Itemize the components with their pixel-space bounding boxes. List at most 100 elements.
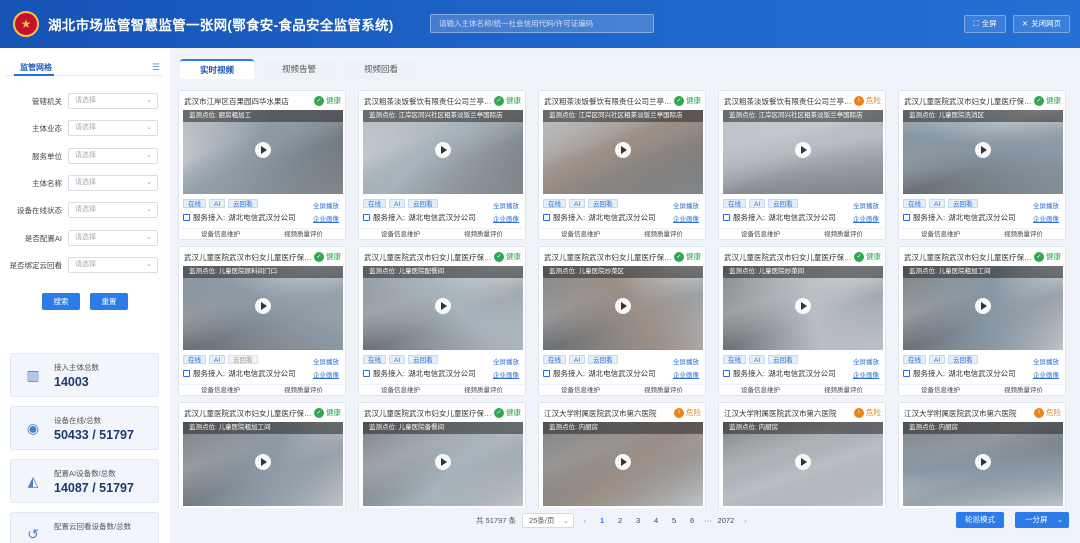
video-feed[interactable]: 监测点位: 内厨房 [903, 422, 1063, 506]
video-feed[interactable]: 监测点位: 儿童医院炒菜间 [723, 266, 883, 350]
enterprise-profile-link[interactable]: 企业画像 [313, 213, 339, 223]
play-icon[interactable] [255, 454, 271, 470]
fullscreen-play-link[interactable]: 全屏播放 [1033, 356, 1059, 366]
play-icon[interactable] [615, 454, 631, 470]
enterprise-profile-link[interactable]: 企业画像 [493, 213, 519, 223]
video-evaluation-link[interactable]: 视频质量评价 [442, 385, 525, 396]
fullscreen-play-link[interactable]: 全屏播放 [673, 356, 699, 366]
fullscreen-play-link[interactable]: 全屏播放 [673, 200, 699, 210]
video-evaluation-link[interactable]: 视频质量评价 [802, 385, 885, 396]
video-evaluation-link[interactable]: 视频质量评价 [262, 229, 345, 240]
video-feed[interactable]: 监测点位: 江岸区同兴社区粗茶淡饭兰亭国际店 [723, 110, 883, 194]
page-size-select[interactable]: 25条/页 ⌄ [522, 513, 575, 528]
video-card[interactable]: 武汉儿童医院武汉市妇女儿童医疗保健... ✓ 健康 监测点位: 儿童医院炒菜区 在线 AI… [538, 246, 706, 396]
video-evaluation-link[interactable]: 视频质量评价 [442, 229, 525, 240]
video-feed[interactable]: 监测点位: 江岸区同兴社区粗茶淡饭兰亭国际店 [543, 110, 703, 194]
enterprise-profile-link[interactable]: 企业画像 [313, 369, 339, 379]
play-icon[interactable] [615, 142, 631, 158]
fullscreen-play-link[interactable]: 全屏播放 [1033, 200, 1059, 210]
video-evaluation-link[interactable]: 视频质量评价 [982, 385, 1065, 396]
play-icon[interactable] [255, 142, 271, 158]
video-card[interactable]: 武汉粗茶淡饭餐饮有限责任公司兰亭分...! 危险 监测点位: 江岸区同兴社区粗茶淡饭… [718, 90, 886, 240]
video-card[interactable]: 武汉儿童医院武汉市妇女儿童医疗保健... ✓ 健康 监测点位: 儿童医院原料间门口 在线… [178, 246, 346, 396]
video-feed[interactable]: 监测点位: 内厨房 [543, 422, 703, 506]
enterprise-profile-link[interactable]: 企业画像 [853, 369, 879, 379]
device-maintain-link[interactable]: 设备信息维护 [179, 385, 262, 396]
device-maintain-link[interactable]: 设备信息维护 [359, 229, 442, 240]
fullscreen-play-link[interactable]: 全屏播放 [853, 200, 879, 210]
enterprise-profile-link[interactable]: 企业画像 [493, 369, 519, 379]
enterprise-profile-link[interactable]: 企业画像 [1033, 213, 1059, 223]
prev-page-icon[interactable]: ‹ [580, 516, 590, 525]
video-feed[interactable]: 监测点位: 厨房粗加工 [183, 110, 343, 194]
tab-2[interactable]: 视频回看 [344, 59, 419, 79]
video-feed[interactable]: 监测点位: 儿童医院原料间门口 [183, 266, 343, 350]
video-card[interactable]: 江汉大学附属医院武汉市第六医院!危险监测点位: 内厨房在线AI云回看全屏播放服务… [538, 402, 706, 508]
fullscreen-play-link[interactable]: 全屏播放 [313, 356, 339, 366]
device-maintain-link[interactable]: 设备信息维护 [179, 229, 262, 240]
device-maintain-link[interactable]: 设备信息维护 [719, 229, 802, 240]
fullscreen-play-link[interactable]: 全屏播放 [853, 356, 879, 366]
video-evaluation-link[interactable]: 视频质量评价 [802, 229, 885, 240]
video-feed[interactable]: 监测点位: 内厨房 [723, 422, 883, 506]
enterprise-profile-link[interactable]: 企业画像 [1033, 369, 1059, 379]
filter-select[interactable]: 请选择 ⌄ [68, 147, 158, 164]
video-card[interactable]: 武汉粗茶淡饭餐饮有限责任公司兰亭分... ✓ 健康 监测点位: 江岸区同兴社区粗茶淡饭… [358, 90, 526, 240]
fullscreen-play-link[interactable]: 全屏播放 [493, 200, 519, 210]
reset-button[interactable]: 重置 [90, 293, 128, 310]
play-icon[interactable] [795, 454, 811, 470]
video-card[interactable]: 武汉儿童医院武汉市妇女儿童医疗保健... ✓ 健康 监测点位: 儿童医院配餐间 在线 AI… [358, 246, 526, 396]
play-icon[interactable] [795, 298, 811, 314]
collapse-icon[interactable]: ☰ [152, 62, 160, 73]
fullscreen-play-link[interactable]: 全屏播放 [313, 200, 339, 210]
video-card[interactable]: 武汉儿童医院武汉市妇女儿童医疗保健... ✓ 健康 监测点位: 儿童医院炒菜间 在线 AI… [718, 246, 886, 396]
video-feed[interactable]: 监测点位: 儿童医院粗加工间 [183, 422, 343, 506]
video-card[interactable]: 武汉粗茶淡饭餐饮有限责任公司兰亭分... ✓ 健康 监测点位: 江岸区同兴社区粗茶淡饭… [538, 90, 706, 240]
enterprise-profile-link[interactable]: 企业画像 [853, 213, 879, 223]
video-feed[interactable]: 监测点位: 儿童医院配餐间 [363, 266, 523, 350]
device-maintain-link[interactable]: 设备信息维护 [899, 385, 982, 396]
page-number[interactable]: 4 [650, 516, 662, 525]
video-card[interactable]: 江汉大学附属医院武汉市第六医院!危险监测点位: 内厨房在线AI云回看全屏播放服务… [898, 402, 1066, 508]
video-card[interactable]: 武汉儿童医院武汉市妇女儿童医疗保健...✓健康监测点位: 儿童医院粗加工间在线A… [898, 246, 1066, 396]
fullscreen-button[interactable]: ⛶ 全屏 [964, 15, 1006, 33]
play-icon[interactable] [255, 298, 271, 314]
device-maintain-link[interactable]: 设备信息维护 [539, 229, 622, 240]
play-icon[interactable] [975, 142, 991, 158]
filter-select[interactable]: 请选择 ⌄ [68, 229, 158, 246]
video-card[interactable]: 江汉大学附属医院武汉市第六医院!危险监测点位: 内厨房在线AI云回看全屏播放服务… [718, 402, 886, 508]
video-feed[interactable]: 监测点位: 儿童医院洗消区 [903, 110, 1063, 194]
enterprise-profile-link[interactable]: 企业画像 [673, 369, 699, 379]
search-button[interactable]: 搜索 [42, 293, 80, 310]
page-number[interactable]: 2 [614, 516, 626, 525]
device-maintain-link[interactable]: 设备信息维护 [359, 385, 442, 396]
device-maintain-link[interactable]: 设备信息维护 [539, 385, 622, 396]
play-icon[interactable] [435, 142, 451, 158]
play-icon[interactable] [435, 298, 451, 314]
enterprise-profile-link[interactable]: 企业画像 [673, 213, 699, 223]
video-evaluation-link[interactable]: 视频质量评价 [622, 229, 705, 240]
fullscreen-play-link[interactable]: 全屏播放 [493, 356, 519, 366]
page-number[interactable]: 1 [596, 516, 608, 525]
play-icon[interactable] [975, 298, 991, 314]
play-icon[interactable] [975, 454, 991, 470]
video-feed[interactable]: 监测点位: 儿童医院备餐间 [363, 422, 523, 506]
device-maintain-link[interactable]: 设备信息维护 [899, 229, 982, 240]
split-screen-select[interactable]: 一分屏 ⌄ [1015, 512, 1069, 528]
global-search-input[interactable]: 请输入主体名称/统一社会信用代码/许可证编码 [430, 14, 654, 33]
video-evaluation-link[interactable]: 视频质量评价 [982, 229, 1065, 240]
filter-select[interactable]: 请选择 ⌄ [68, 256, 158, 273]
page-number[interactable]: 6 [686, 516, 698, 525]
video-feed[interactable]: 监测点位: 江岸区同兴社区粗茶淡饭兰亭国际店 [363, 110, 523, 194]
video-evaluation-link[interactable]: 视频质量评价 [262, 385, 345, 396]
play-icon[interactable] [435, 454, 451, 470]
filter-select[interactable]: 请选择 ⌄ [68, 174, 158, 191]
last-page[interactable]: 2072 [718, 516, 735, 525]
video-card[interactable]: 武汉儿童医院武汉市妇女儿童医疗保健...✓健康监测点位: 儿童医院备餐间在线AI… [358, 402, 526, 508]
page-number[interactable]: 3 [632, 516, 644, 525]
device-maintain-link[interactable]: 设备信息维护 [719, 385, 802, 396]
video-card[interactable]: 武汉儿童医院武汉市妇女儿童医疗保健... ✓ 健康 监测点位: 儿童医院洗消区 在线 AI… [898, 90, 1066, 240]
play-icon[interactable] [615, 298, 631, 314]
video-feed[interactable]: 监测点位: 儿童医院炒菜区 [543, 266, 703, 350]
tab-0[interactable]: 实时视频 [180, 59, 255, 79]
